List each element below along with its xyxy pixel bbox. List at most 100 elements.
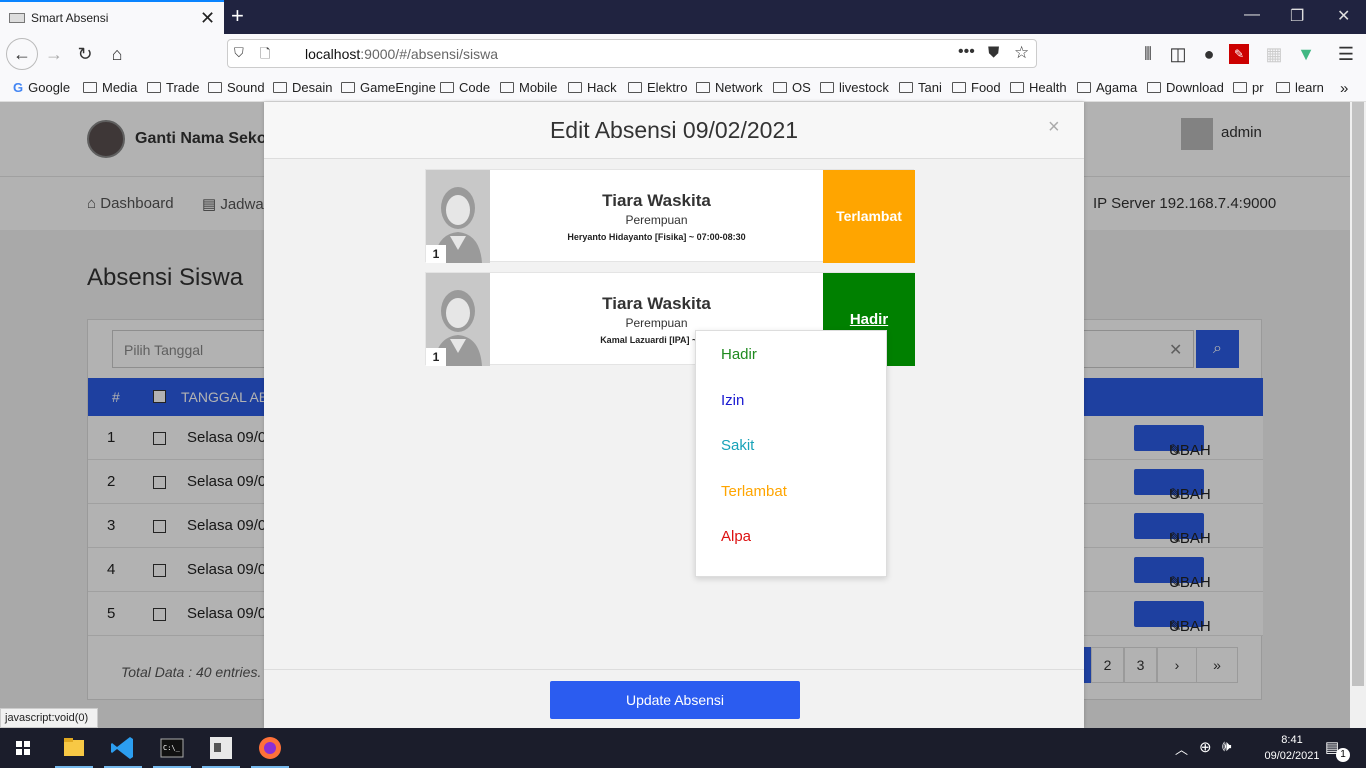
windows-icon — [16, 741, 30, 755]
bookmark-folder[interactable]: Sound — [208, 80, 265, 95]
library-icon[interactable]: ⫴ — [1136, 42, 1160, 66]
update-absensi-button[interactable]: Update Absensi — [550, 681, 800, 719]
taskbar-clock[interactable]: 8:41 09/02/2021 — [1262, 732, 1322, 764]
chevron-up-icon[interactable]: ︿ — [1175, 739, 1188, 758]
folder-icon — [1077, 82, 1091, 93]
more-actions-icon[interactable]: ••• — [958, 43, 975, 61]
folder-icon — [64, 738, 84, 756]
svg-text:C:\_: C:\_ — [163, 744, 181, 752]
student-card: 1 Tiara Waskita Perempuan Heryanto Hiday… — [425, 169, 915, 263]
bookmark-folder[interactable]: Desain — [273, 80, 332, 95]
modal-footer: Update Absensi — [264, 669, 1084, 728]
more-bookmarks-icon[interactable]: » — [1340, 80, 1348, 97]
clock-date: 09/02/2021 — [1264, 750, 1320, 762]
folder-icon — [147, 82, 161, 93]
bookmark-folder[interactable]: pr — [1233, 80, 1264, 95]
student-name: Tiara Waskita — [602, 294, 711, 313]
bookmarks-bar: G Google Media Trade Sound Desain GameEng… — [0, 74, 1366, 102]
browser-tab[interactable]: Smart Absensi ✕ — [0, 0, 224, 34]
menu-icon[interactable]: ☰ — [1334, 42, 1358, 66]
folder-icon — [1010, 82, 1024, 93]
bookmark-folder[interactable]: Food — [952, 80, 1001, 95]
bookmark-folder[interactable]: Health — [1010, 80, 1067, 95]
status-button[interactable]: Terlambat — [823, 170, 915, 263]
tab-title: Smart Absensi — [31, 11, 109, 25]
start-button[interactable] — [0, 728, 46, 768]
extension-icon[interactable]: ▦ — [1262, 42, 1286, 66]
scrollbar-thumb[interactable] — [1352, 102, 1364, 686]
extension-icon[interactable]: ✎ — [1229, 44, 1249, 64]
status-option-terlambat[interactable]: Terlambat — [721, 483, 787, 500]
folder-icon — [696, 82, 710, 93]
bookmark-folder[interactable]: Download — [1147, 80, 1224, 95]
folder-icon — [1276, 82, 1290, 93]
status-dropdown: Hadir Izin Sakit Terlambat Alpa — [695, 330, 887, 577]
status-option-hadir[interactable]: Hadir — [721, 346, 757, 363]
status-option-alpa[interactable]: Alpa — [721, 528, 751, 545]
folder-icon — [899, 82, 913, 93]
bookmark-folder[interactable]: GameEngine — [341, 80, 436, 95]
bookmark-folder[interactable]: Agama — [1077, 80, 1137, 95]
student-gender: Perempuan — [625, 213, 688, 227]
modal-header: Edit Absensi 09/02/2021 × — [264, 102, 1084, 159]
volume-icon[interactable]: 🕪 — [1222, 738, 1231, 755]
network-icon[interactable]: ⊕ — [1199, 738, 1212, 756]
student-schedule: Heryanto Hidayanto [Fisika] ~ 07:00-08:3… — [567, 232, 746, 242]
url-text[interactable]: localhost:9000/#/absensi/siswa — [305, 46, 498, 62]
bookmark-folder[interactable]: Hack — [568, 80, 617, 95]
status-option-izin[interactable]: Izin — [721, 392, 744, 409]
folder-icon — [273, 82, 287, 93]
folder-icon — [208, 82, 222, 93]
edit-absensi-modal: Edit Absensi 09/02/2021 × 1 Tiara Waskit… — [264, 102, 1084, 728]
bookmark-star-icon[interactable]: ☆ — [1014, 43, 1029, 63]
reload-icon[interactable]: ↻ — [73, 42, 97, 66]
pocket-icon[interactable]: ⛊ — [988, 44, 999, 61]
bookmark-folder[interactable]: Tani — [899, 80, 942, 95]
status-option-sakit[interactable]: Sakit — [721, 437, 754, 454]
bookmark-folder[interactable]: Elektro — [628, 80, 687, 95]
browser-status-url: javascript:void(0) — [0, 708, 98, 728]
clock-time: 8:41 — [1281, 734, 1303, 746]
close-icon[interactable]: × — [1048, 116, 1060, 139]
vue-devtools-icon[interactable]: ▼ — [1294, 42, 1318, 66]
url-bar[interactable]: ⛉ 🗋 localhost:9000/#/absensi/siswa ••• ⛊… — [227, 39, 1037, 68]
bookmark-folder[interactable]: learn — [1276, 80, 1324, 95]
bookmark-folder[interactable]: Media — [83, 80, 137, 95]
bookmark-folder[interactable]: Network — [696, 80, 763, 95]
page-scrollbar[interactable] — [1350, 102, 1366, 728]
student-name: Tiara Waskita — [602, 191, 711, 210]
restore-icon[interactable]: ❐ — [1290, 6, 1304, 26]
shield-icon[interactable]: ⛉ — [234, 45, 244, 61]
minimize-icon[interactable]: — — [1244, 6, 1260, 24]
close-tab-icon[interactable]: ✕ — [200, 8, 215, 29]
back-icon[interactable]: ← — [6, 38, 38, 70]
folder-icon — [820, 82, 834, 93]
vscode-app[interactable] — [100, 728, 146, 768]
windows-taskbar: C:\_ ︿ ⊕ 🕪 8:41 09/02/2021 ▤ 1 — [0, 728, 1366, 768]
folder-icon — [440, 82, 454, 93]
modal-title: Edit Absensi 09/02/2021 — [549, 117, 799, 143]
bookmark-folder[interactable]: OS — [773, 80, 811, 95]
home-icon[interactable]: ⌂ — [105, 42, 129, 66]
bookmark-folder[interactable]: Mobile — [500, 80, 557, 95]
app-window[interactable] — [198, 728, 244, 768]
vscode-icon — [111, 737, 133, 759]
folder-icon — [1147, 82, 1161, 93]
file-explorer-app[interactable] — [51, 728, 97, 768]
bookmark-item[interactable]: G Google — [13, 80, 70, 95]
bookmark-folder[interactable]: Trade — [147, 80, 199, 95]
bookmark-folder[interactable]: livestock — [820, 80, 889, 95]
folder-icon — [952, 82, 966, 93]
page-info-icon[interactable]: 🗋 — [260, 45, 270, 67]
new-tab-icon[interactable]: + — [231, 3, 244, 29]
page: Ganti Nama Sekolah admin ⌂ Dashboard ▤ J… — [0, 102, 1350, 728]
forward-icon[interactable]: → — [42, 42, 66, 66]
terminal-app[interactable]: C:\_ — [149, 728, 195, 768]
firefox-app[interactable] — [247, 728, 293, 768]
bookmark-folder[interactable]: Code — [440, 80, 490, 95]
account-icon[interactable]: ● — [1197, 42, 1221, 66]
sidebar-icon[interactable]: ◫ — [1166, 42, 1190, 66]
student-number: 1 — [426, 245, 446, 263]
browser-tab-bar: Smart Absensi ✕ + — ❐ ✕ — [0, 0, 1366, 34]
window-close-icon[interactable]: ✕ — [1337, 6, 1350, 26]
